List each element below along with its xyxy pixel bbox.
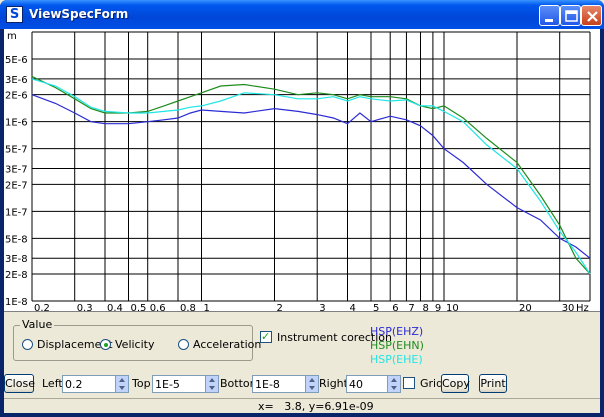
x-tick-label: 10 [446,303,459,312]
minimize-icon [545,19,553,22]
top-input[interactable] [152,375,206,393]
left-input[interactable] [62,375,116,393]
y-tick-label: 5E-7 [5,145,28,156]
left-spinner[interactable] [115,375,129,393]
radio-dot-acceleration [178,339,189,350]
right-spinner[interactable] [387,375,401,393]
y-tick-label: 5E-6 [5,55,28,66]
x-tick-label: 0.8 [180,303,196,312]
x-tick-label: 6 [392,303,398,312]
series-line-0 [31,94,591,259]
copy-button[interactable]: Copy [441,374,470,393]
grid-label: Grid [420,377,444,390]
status-bar: x= 3.8, y=6.91e-09 [4,398,600,413]
radio-acceleration[interactable]: Acceleration [178,338,261,351]
value-group-caption: Value [20,318,55,331]
bottom-input[interactable] [252,375,306,393]
x-tick-label: 0.5 [131,303,147,312]
spectrum-plot: m 0.2 0.3 0.4 0.5 0.6 0.8 1 2 3 4 5 6 7 8 9 10 20 30 Hz 5E-6… [4,29,600,312]
y-tick-label: 2E-6 [5,91,28,102]
y-tick-label: 1E-7 [5,207,28,218]
grid-checkbox[interactable]: Grid [403,377,443,390]
minimize-button[interactable] [539,5,560,26]
y-tick-label: 5E-8 [5,234,28,245]
x-tick-label: 7 [408,303,414,312]
radio-velicity[interactable]: Velicity [100,338,154,351]
right-label: Right [319,377,348,390]
window-title: ViewSpecForm [29,7,129,21]
legend-ehe: HSP(EHE) [370,353,423,366]
y-tick-label: 3E-7 [5,165,28,176]
checkbox-check-icon [260,330,272,343]
y-tick-label: 2E-8 [5,270,28,281]
left-label: Left [42,377,63,390]
client-area: m 0.2 0.3 0.4 0.5 0.6 0.8 1 2 3 4 5 6 7 8 9 10 20 30 Hz 5E-6… [4,29,600,413]
print-button[interactable]: Print [479,374,507,393]
x-tick-label: 0.4 [107,303,123,312]
spectrum-chart: m 0.2 0.3 0.4 0.5 0.6 0.8 1 2 3 4 5 6 7 8 9 10 20 30 Hz 5E-6… [5,31,591,312]
top-label: Top [132,377,151,390]
x-tick-label: 0.3 [77,303,93,312]
top-spinner[interactable] [205,375,219,393]
x-tick-label: 0.6 [150,303,166,312]
maximize-icon [565,10,578,22]
legend-ehz: HSP(EHZ) [370,325,424,338]
x-tick-label: 2 [277,303,283,312]
close-icon [587,11,598,22]
x-tick-label: 3 [319,303,325,312]
y-tick-label: 1E-6 [5,118,28,129]
x-tick-label: 4 [349,303,355,312]
status-readout: x= 3.8, y=6.91e-09 [258,400,374,413]
bottom-spinner[interactable] [305,375,319,393]
radio-dot-displacement [22,339,33,350]
close-window-button[interactable] [581,5,602,26]
radio-label-velicity: Velicity [115,338,155,351]
y-tick-label: 1E-8 [5,297,28,308]
close-button[interactable]: Close [4,374,35,393]
x-tick-label: 20 [519,303,532,312]
series-line-1 [31,75,591,275]
maximize-button[interactable] [560,5,581,26]
legend-ehn: HSP(EHN) [370,339,424,352]
window: S ViewSpecForm m 0.2 0.3 0.4 0.5 0.6 0.8 1 2 3 4 5 6… [0,0,604,417]
grid-checkbox-box [403,377,415,389]
x-tick-label: 1 [204,303,210,312]
radio-dot-velicity [100,339,111,350]
x-tick-label: 30 [562,303,575,312]
value-group: Value Displacement Velicity Acceleration [13,318,261,361]
app-icon: S [6,6,23,23]
x-tick-label: 5 [373,303,379,312]
x-unit-label: Hz [576,303,589,312]
title-bar[interactable]: S ViewSpecForm [0,0,604,29]
x-tick-label: 0.2 [34,303,50,312]
y-tick-label: 3E-6 [5,75,28,86]
y-unit-label: m [7,31,17,42]
radio-label-acceleration: Acceleration [193,338,262,351]
series-line-2 [31,78,591,275]
y-tick-label: 2E-7 [5,180,28,191]
x-tick-label: 9 [435,303,441,312]
x-tick-label: 8 [422,303,428,312]
y-tick-label: 3E-8 [5,254,28,265]
toolbar: Close Left Top Bottom Right Grid Copy Pr… [4,374,600,396]
